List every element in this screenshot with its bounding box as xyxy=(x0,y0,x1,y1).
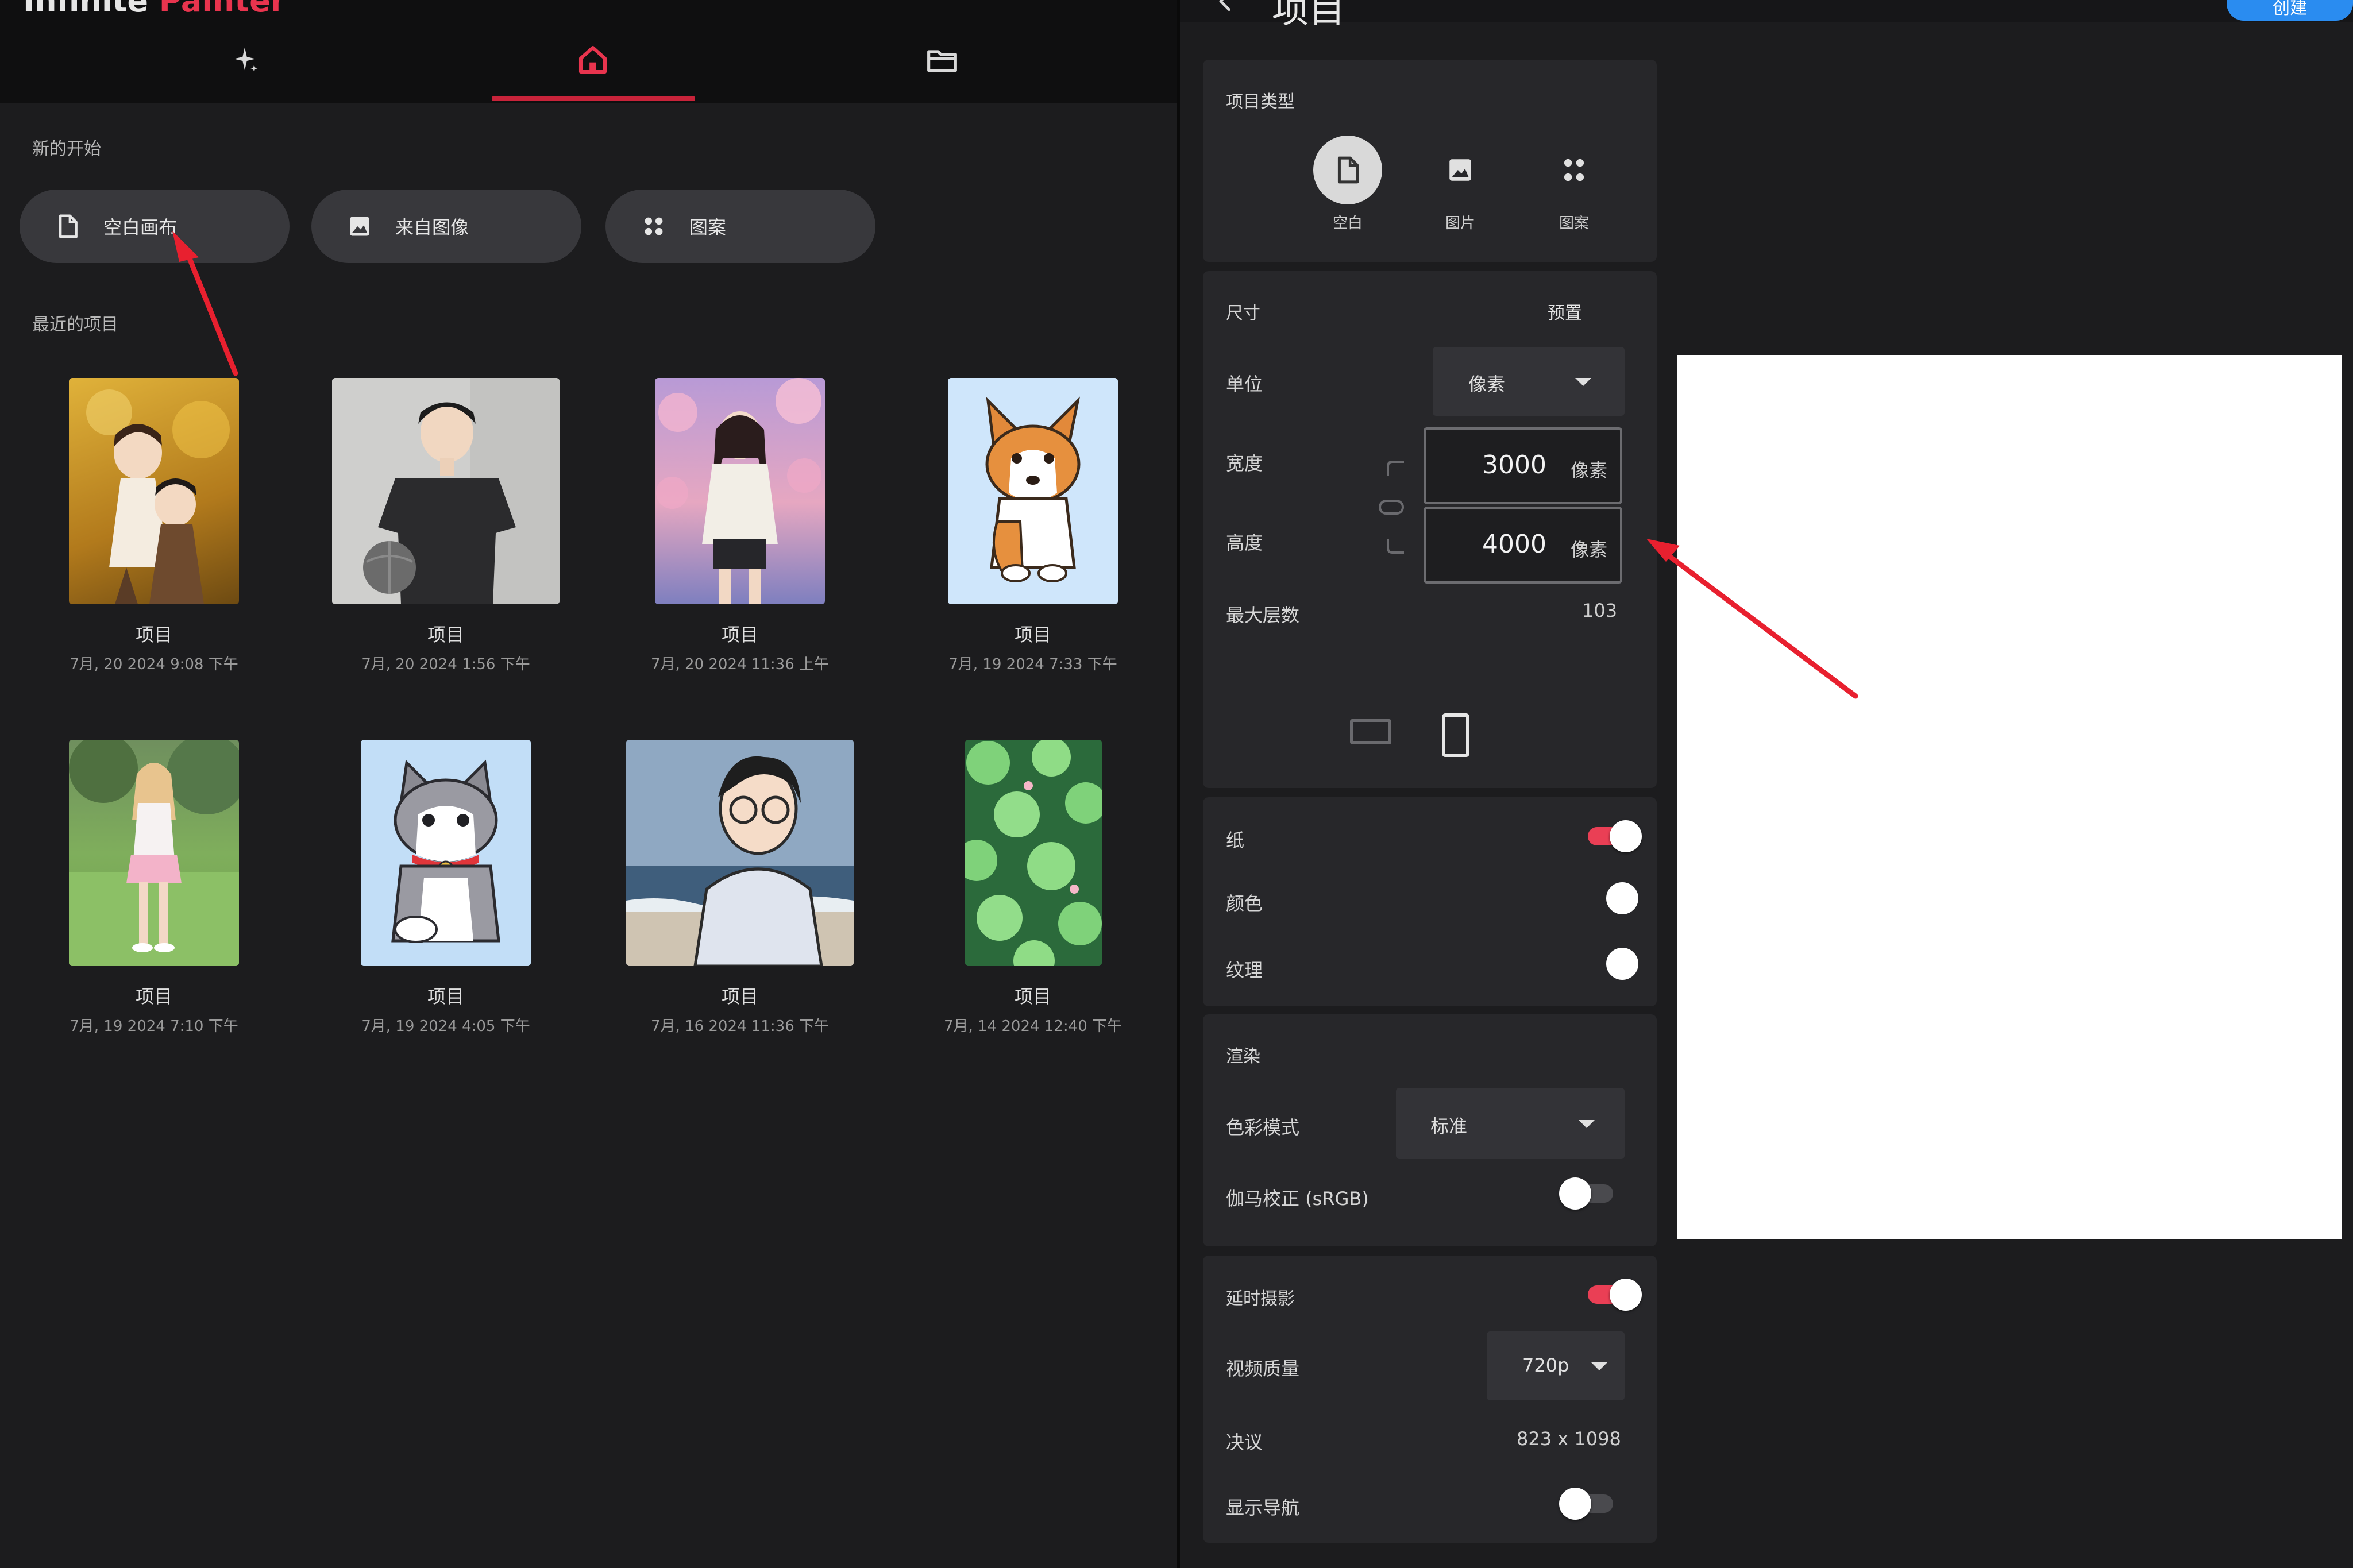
folder-icon xyxy=(927,50,957,72)
project-title: 项目 xyxy=(1014,986,1051,1007)
home-icon xyxy=(578,45,607,74)
blank-document-icon xyxy=(59,214,78,238)
tab-projects[interactable] xyxy=(926,44,958,76)
pattern-icon xyxy=(645,217,663,235)
project-title: 项目 xyxy=(1014,624,1051,646)
home-screen: Infinite Painter 新的开始 空白画布 来自图像 图案 最近的项目… xyxy=(0,0,1176,1568)
project-thumbnail[interactable] xyxy=(626,740,854,966)
from-image-label: 来自图像 xyxy=(395,217,469,238)
pattern-button[interactable]: 图案 xyxy=(605,190,875,263)
app-logo: Infinite Painter xyxy=(23,0,286,19)
project-date: 7月, 19 2024 4:05 下午 xyxy=(361,1018,530,1035)
project-title: 项目 xyxy=(721,986,758,1007)
project-date: 7月, 20 2024 1:56 下午 xyxy=(361,656,530,673)
project-date: 7月, 19 2024 7:33 下午 xyxy=(948,656,1117,673)
home-top-bar: Infinite Painter xyxy=(0,0,1176,103)
sparkle-icon xyxy=(234,47,258,72)
project-date: 7月, 16 2024 11:36 下午 xyxy=(650,1018,830,1035)
new-project-screen: 项目 创建 项目类型 空白 图片 图案 尺寸 预置 单位 像素 宽度 3000 … xyxy=(1180,0,2353,1568)
project-title: 项目 xyxy=(721,624,758,646)
blank-canvas-label: 空白画布 xyxy=(103,217,178,238)
blank-canvas-button[interactable]: 空白画布 xyxy=(20,190,290,263)
section-new-start: 新的开始 xyxy=(32,139,101,159)
tab-explore[interactable] xyxy=(229,45,261,77)
project-thumbnail[interactable] xyxy=(948,378,1118,604)
project-date: 7月, 14 2024 12:40 下午 xyxy=(943,1018,1123,1035)
project-date: 7月, 20 2024 11:36 上午 xyxy=(650,656,830,673)
image-icon xyxy=(350,217,369,236)
project-thumbnail[interactable] xyxy=(361,740,531,966)
project-title: 项目 xyxy=(427,624,464,646)
project-thumbnail[interactable] xyxy=(69,378,239,604)
project-title: 项目 xyxy=(135,624,172,646)
tab-home[interactable] xyxy=(577,44,609,76)
section-recent-projects: 最近的项目 xyxy=(32,315,118,335)
project-thumbnail[interactable] xyxy=(655,378,825,604)
project-date: 7月, 19 2024 7:10 下午 xyxy=(70,1018,238,1035)
pattern-label: 图案 xyxy=(689,217,727,238)
project-thumbnail[interactable] xyxy=(965,740,1102,966)
project-date: 7月, 20 2024 9:08 下午 xyxy=(70,656,238,673)
annotation-arrow xyxy=(1646,539,1858,699)
active-tab-indicator xyxy=(492,96,695,101)
project-title: 项目 xyxy=(135,986,172,1007)
project-thumbnail[interactable] xyxy=(332,378,560,604)
project-title: 项目 xyxy=(427,986,464,1007)
project-thumbnail[interactable] xyxy=(69,740,239,966)
from-image-button[interactable]: 来自图像 xyxy=(311,190,581,263)
